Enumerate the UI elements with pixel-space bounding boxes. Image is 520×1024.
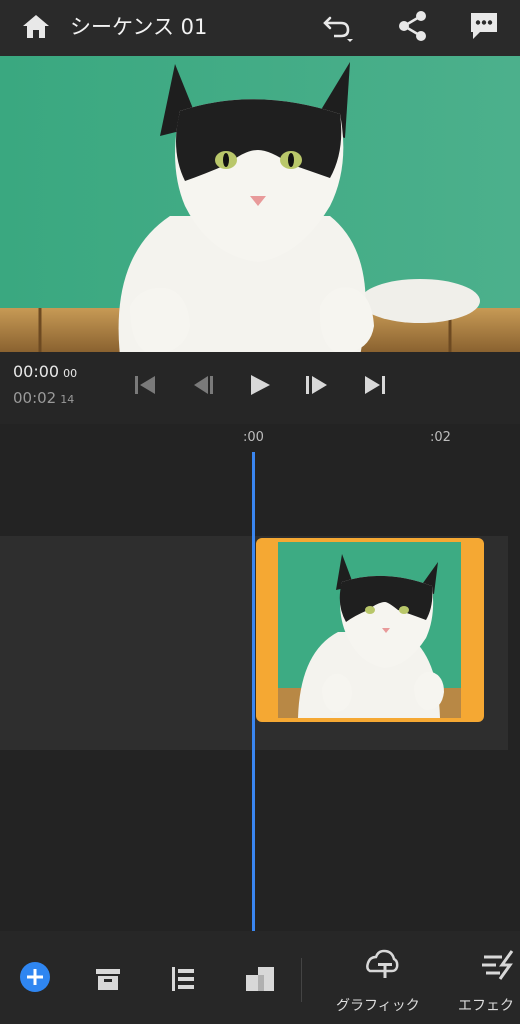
duration-time: 00:02 <box>13 389 57 407</box>
previous-frame-button[interactable] <box>188 370 218 400</box>
graphics-icon[interactable] <box>362 945 402 985</box>
next-frame-button[interactable] <box>302 370 332 400</box>
video-preview[interactable] <box>0 56 520 352</box>
cat-video-frame <box>0 56 520 352</box>
share-icon[interactable] <box>395 8 431 44</box>
bottom-toolbar: グラフィック エフェク <box>0 931 520 1024</box>
align-left-icon[interactable] <box>164 959 204 999</box>
video-clip[interactable] <box>256 538 484 722</box>
archive-icon[interactable] <box>88 959 128 999</box>
step-back-icon <box>194 376 213 394</box>
go-to-start-button[interactable] <box>130 370 160 400</box>
clip-thumbnail-image <box>278 542 461 718</box>
add-button[interactable] <box>20 962 50 992</box>
sequence-title: シーケンス 01 <box>70 15 208 39</box>
effects-label: エフェク <box>458 998 514 1014</box>
graphics-label: グラフィック <box>336 998 420 1014</box>
play-button[interactable] <box>244 370 274 400</box>
skip-to-end-icon <box>365 376 385 394</box>
play-icon <box>251 375 270 395</box>
undo-icon[interactable] <box>320 8 356 44</box>
comment-icon[interactable] <box>466 8 502 44</box>
home-icon[interactable] <box>20 10 52 42</box>
current-timecode: 00:00 00 <box>13 362 77 381</box>
effects-icon[interactable] <box>478 945 518 985</box>
duration-frames: 14 <box>60 393 75 406</box>
ruler-label-2s: :02 <box>430 430 451 445</box>
step-forward-icon <box>306 376 327 394</box>
ruler-label-start: :00 <box>243 430 264 445</box>
skip-to-start-icon <box>135 376 155 394</box>
crop-icon[interactable] <box>240 959 280 999</box>
timeline[interactable]: :00 :02 <box>0 424 520 931</box>
go-to-end-button[interactable] <box>360 370 390 400</box>
current-frames: 00 <box>63 367 78 380</box>
playhead[interactable] <box>252 452 255 931</box>
transport-bar: 00:00 00 00:02 14 <box>0 352 520 424</box>
current-time: 00:00 <box>13 362 60 381</box>
plus-icon <box>27 969 43 985</box>
toolbar-divider <box>301 958 302 1002</box>
top-app-bar: シーケンス 01 <box>0 0 520 56</box>
duration-timecode: 00:02 14 <box>13 389 74 407</box>
clip-thumbnail <box>278 542 461 718</box>
